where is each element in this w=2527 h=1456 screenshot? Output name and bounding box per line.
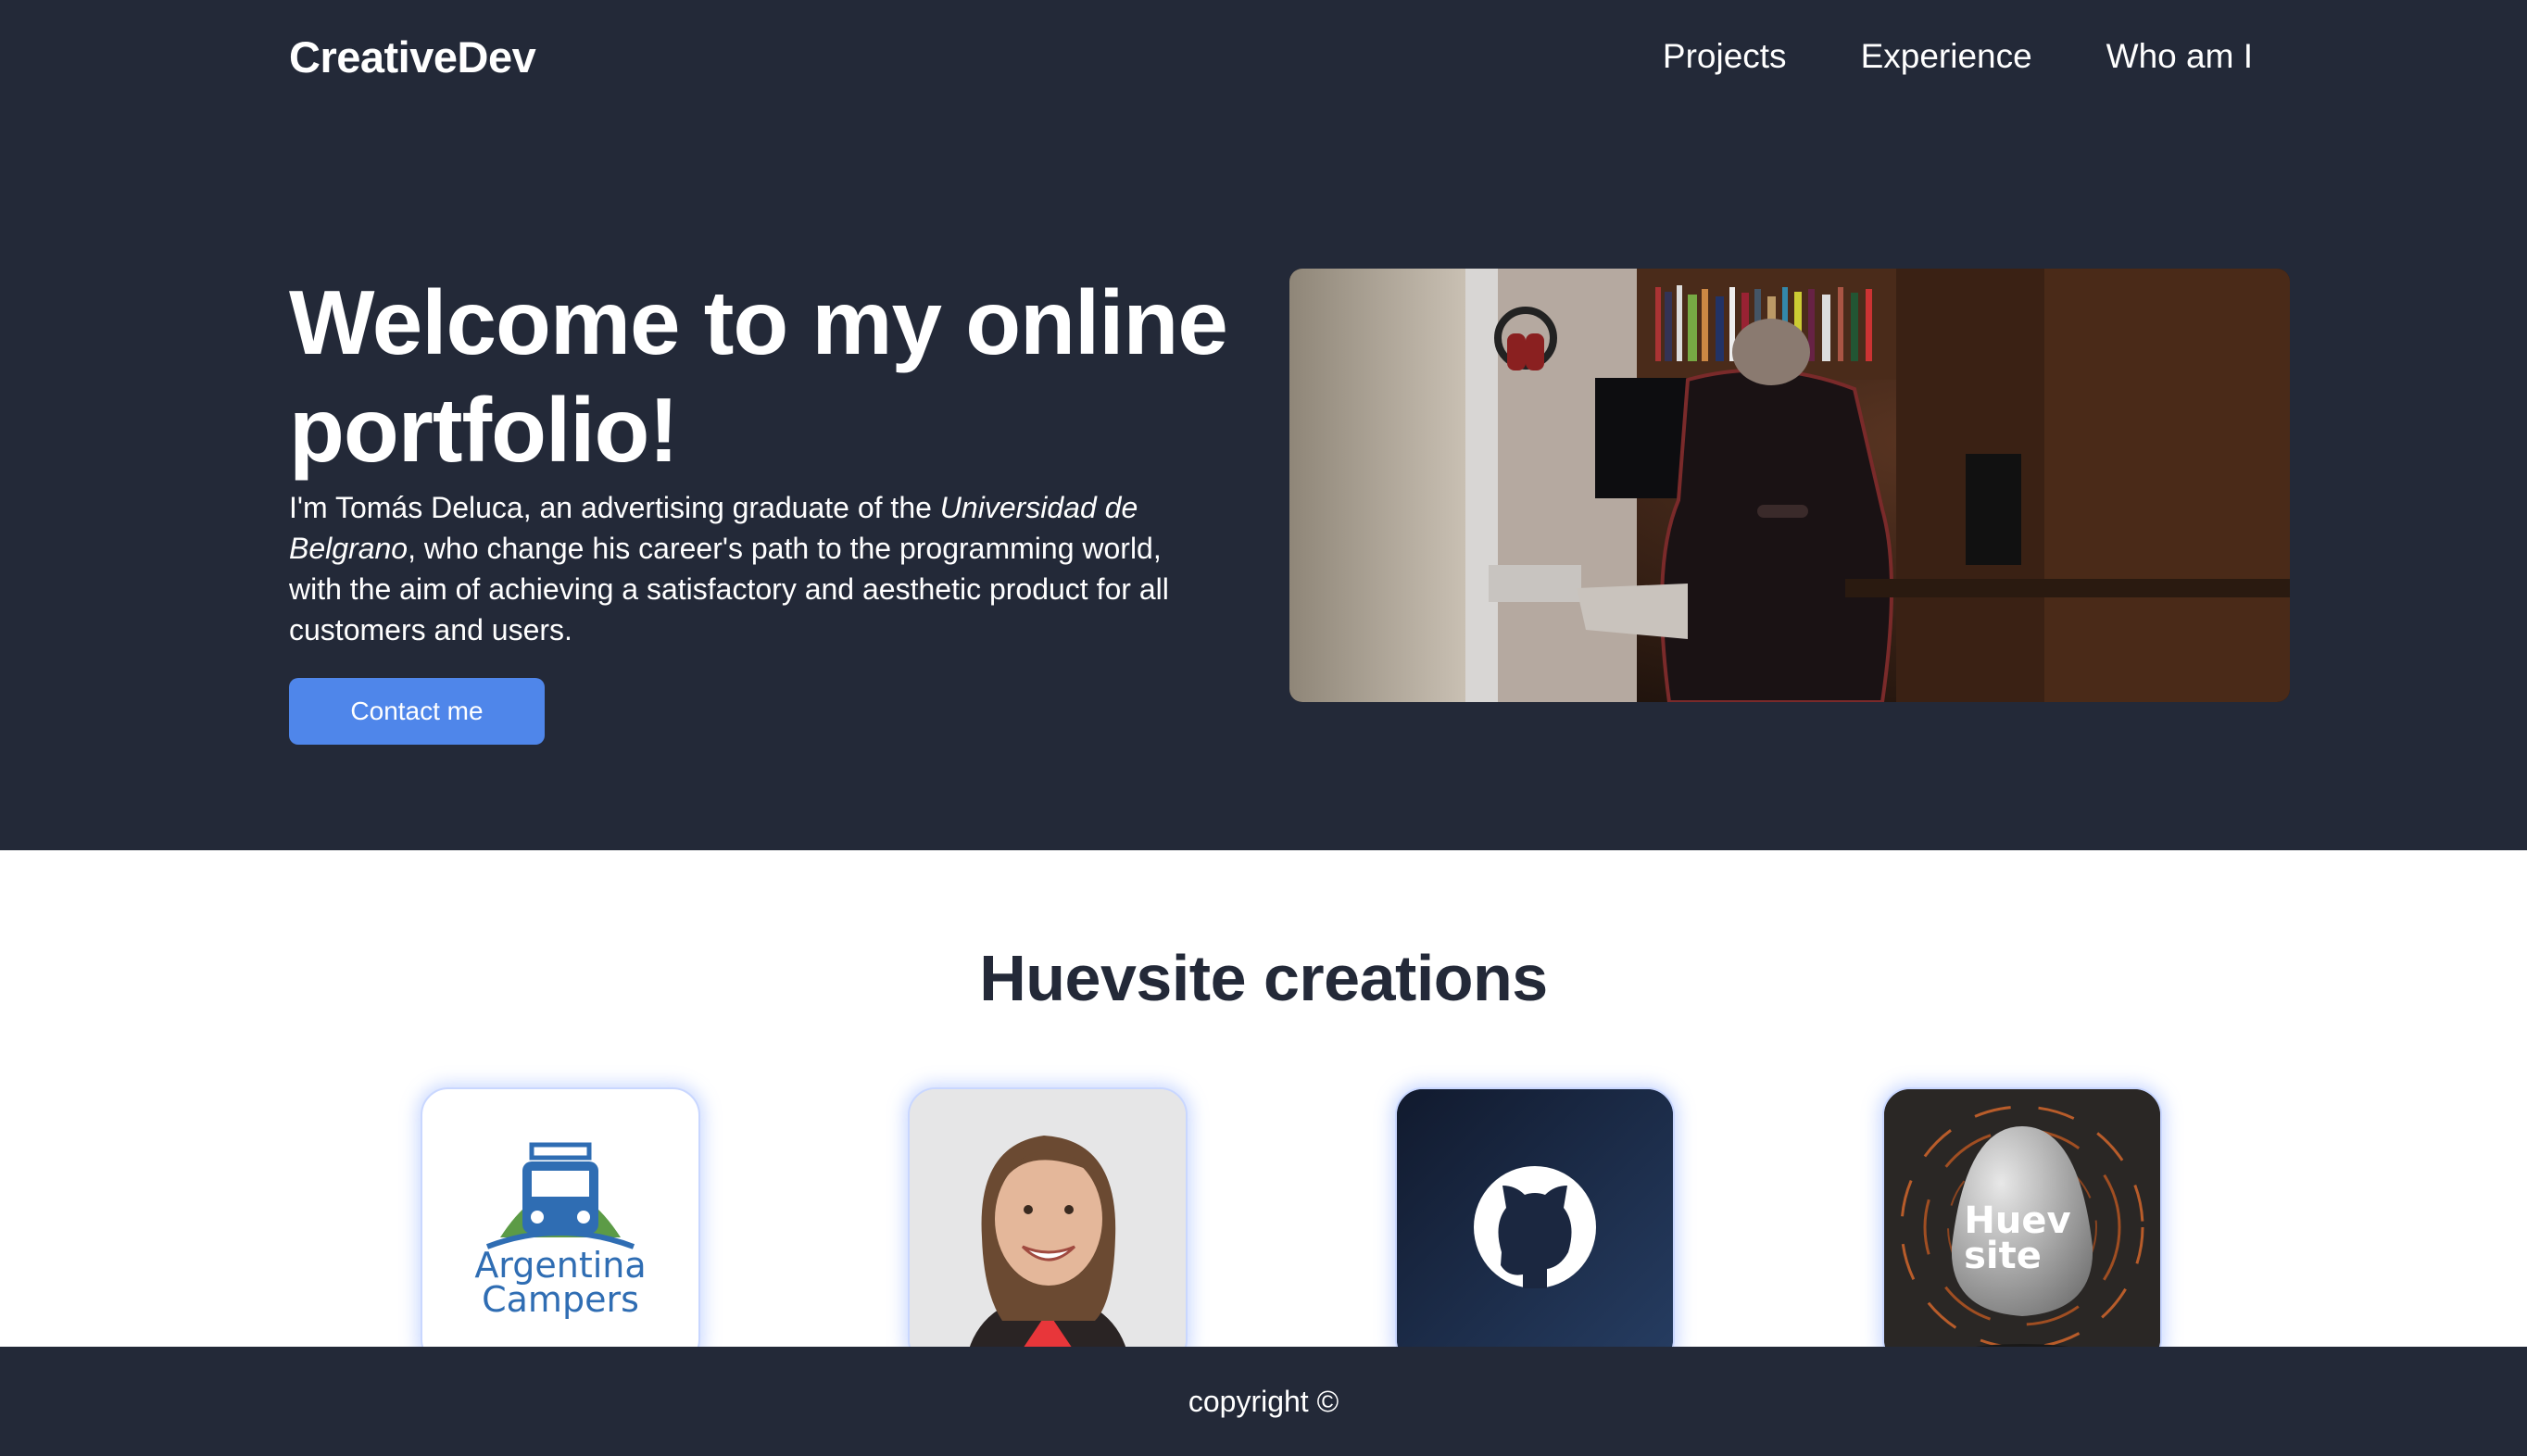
nav-projects[interactable]: Projects — [1663, 37, 1787, 76]
github-icon — [1397, 1089, 1673, 1365]
logo-line-2: Campers — [482, 1279, 639, 1320]
copyright-text: copyright © — [1188, 1384, 1339, 1418]
hero-title: Welcome to my online portfolio! — [289, 271, 1228, 481]
card-github[interactable] — [1395, 1087, 1675, 1367]
card-portrait[interactable] — [908, 1087, 1188, 1367]
section-title: Huevsite creations — [979, 942, 1548, 1014]
nav-who-am-i[interactable]: Who am I — [2106, 37, 2253, 76]
nav-experience[interactable]: Experience — [1861, 37, 2032, 76]
contact-me-button[interactable]: Contact me — [289, 678, 545, 745]
brand-logo[interactable]: CreativeDev — [289, 31, 536, 82]
portrait-photo — [910, 1089, 1186, 1365]
intro-text-end: , who change his career's path to the pr… — [289, 532, 1169, 646]
hero-intro: I'm Tomás Deluca, an advertising graduat… — [289, 487, 1215, 650]
workspace-photo-illustration — [1289, 269, 2290, 702]
huevsite-logo: Huev site — [1884, 1089, 2160, 1365]
huevsite-line-2: site — [1964, 1235, 2042, 1277]
card-argentina-campers[interactable]: Argentina Campers — [421, 1087, 700, 1367]
hero-photo — [1289, 269, 2290, 702]
card-huevsite[interactable]: Huev site — [1882, 1087, 2162, 1367]
intro-text-start: I'm Tomás Deluca, an advertising graduat… — [289, 491, 940, 524]
hero-section: CreativeDev Projects Experience Who am I… — [0, 0, 2527, 850]
footer: copyright © — [0, 1347, 2527, 1456]
argentina-campers-logo: Argentina Campers — [474, 1142, 647, 1320]
main-nav: Projects Experience Who am I — [1589, 37, 2253, 76]
